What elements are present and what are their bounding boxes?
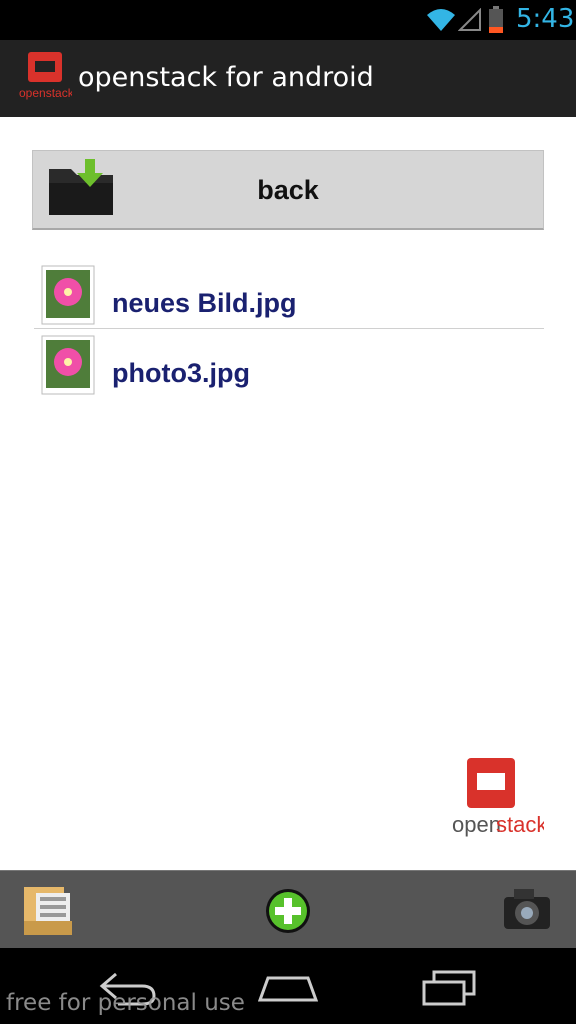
openstack-brand-logo: open stack	[448, 756, 548, 843]
camera-icon[interactable]	[500, 883, 554, 935]
status-time: 5:43	[516, 4, 575, 34]
app-logo[interactable]: openstack	[18, 50, 75, 105]
recents-icon[interactable]	[420, 970, 480, 1006]
file-name: neues Bild.jpg	[112, 288, 297, 318]
signal-icon	[458, 8, 481, 31]
logo-stack-text: stack	[496, 812, 544, 837]
wifi-icon	[427, 9, 455, 31]
logo-open-text: open	[452, 812, 501, 837]
bottom-toolbar	[0, 870, 576, 949]
battery-icon	[489, 6, 503, 33]
status-bar: 5:43	[0, 0, 576, 40]
openstack-logo-icon: openstack	[19, 52, 75, 100]
openstack-logo-icon: open stack	[452, 758, 548, 837]
back-button[interactable]: back	[32, 150, 544, 230]
app-title: openstack for android	[78, 62, 374, 93]
watermark-text: free for personal use	[6, 990, 245, 1016]
photo-file-icon	[41, 335, 95, 395]
add-icon[interactable]	[264, 887, 312, 935]
file-name: photo3.jpg	[112, 358, 250, 388]
folder-icon[interactable]	[22, 881, 76, 937]
logo-text: openstack	[19, 86, 72, 100]
file-list-item[interactable]: neues Bild.jpg	[34, 262, 544, 330]
photo-file-icon	[41, 265, 95, 325]
back-label: back	[257, 175, 319, 205]
list-divider	[34, 328, 544, 329]
file-list-item[interactable]: photo3.jpg	[34, 332, 544, 400]
home-icon[interactable]	[258, 970, 318, 1006]
action-bar: openstack openstack for android	[0, 40, 576, 117]
